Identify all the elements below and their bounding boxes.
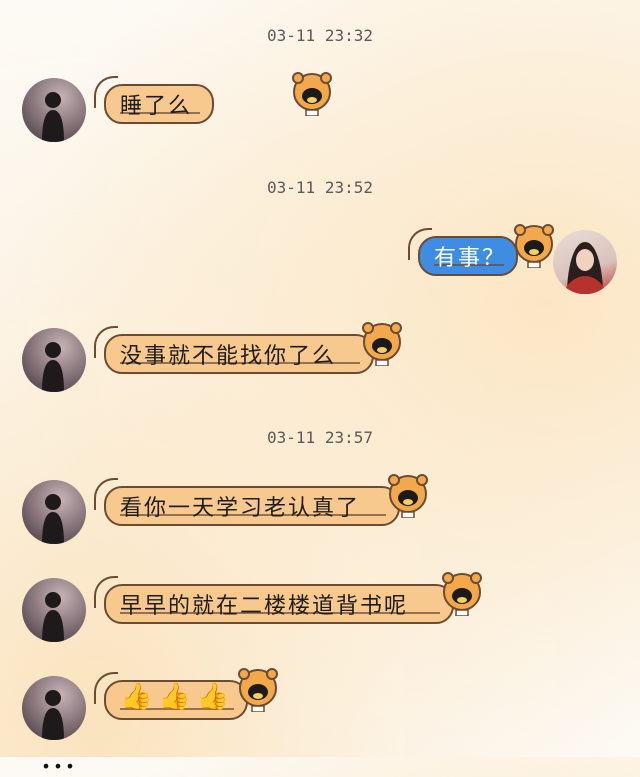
message-bubble[interactable]: 早早的就在二楼楼道背书呢 [94, 570, 484, 626]
message-text: 没事就不能找你了么 [120, 344, 337, 369]
contact-avatar[interactable] [22, 676, 86, 740]
timestamp: 03-11 23:52 [267, 178, 373, 197]
message-text: 看你一天学习老认真了 [120, 496, 361, 521]
message-text: 有事？ [434, 246, 507, 271]
tiger-sticker-icon [514, 224, 554, 268]
tiger-sticker-icon [442, 572, 482, 616]
silhouette-icon [42, 592, 64, 642]
silhouette-icon [42, 92, 64, 142]
timestamp: 03-11 23:32 [267, 26, 373, 45]
message-bubble-self[interactable]: 有事？ [408, 222, 554, 278]
contact-avatar[interactable] [22, 328, 86, 392]
self-avatar[interactable] [553, 230, 617, 294]
contact-avatar[interactable] [22, 578, 86, 642]
message-bubble[interactable]: 睡了么 [94, 70, 332, 126]
message-text: 早早的就在二楼楼道背书呢 [120, 594, 409, 619]
contact-avatar[interactable] [22, 78, 86, 142]
message-bubble[interactable]: 没事就不能找你了么 [94, 320, 404, 376]
tiger-sticker-icon [362, 322, 402, 366]
tiger-sticker-icon [388, 474, 428, 518]
thumbs-up-icon: 👍👍👍 [120, 682, 236, 712]
portrait-icon [563, 242, 607, 294]
message-bubble[interactable]: 👍👍👍 [94, 666, 278, 722]
silhouette-icon [42, 342, 64, 392]
tiger-sticker-icon [238, 668, 278, 712]
silhouette-icon [42, 690, 64, 740]
timestamp: 03-11 23:57 [267, 428, 373, 447]
contact-avatar[interactable] [22, 480, 86, 544]
message-bubble[interactable]: 看你一天学习老认真了 [94, 472, 430, 528]
message-text: 睡了么 [120, 94, 193, 119]
silhouette-icon [42, 494, 64, 544]
tiger-sticker-icon [292, 72, 332, 116]
